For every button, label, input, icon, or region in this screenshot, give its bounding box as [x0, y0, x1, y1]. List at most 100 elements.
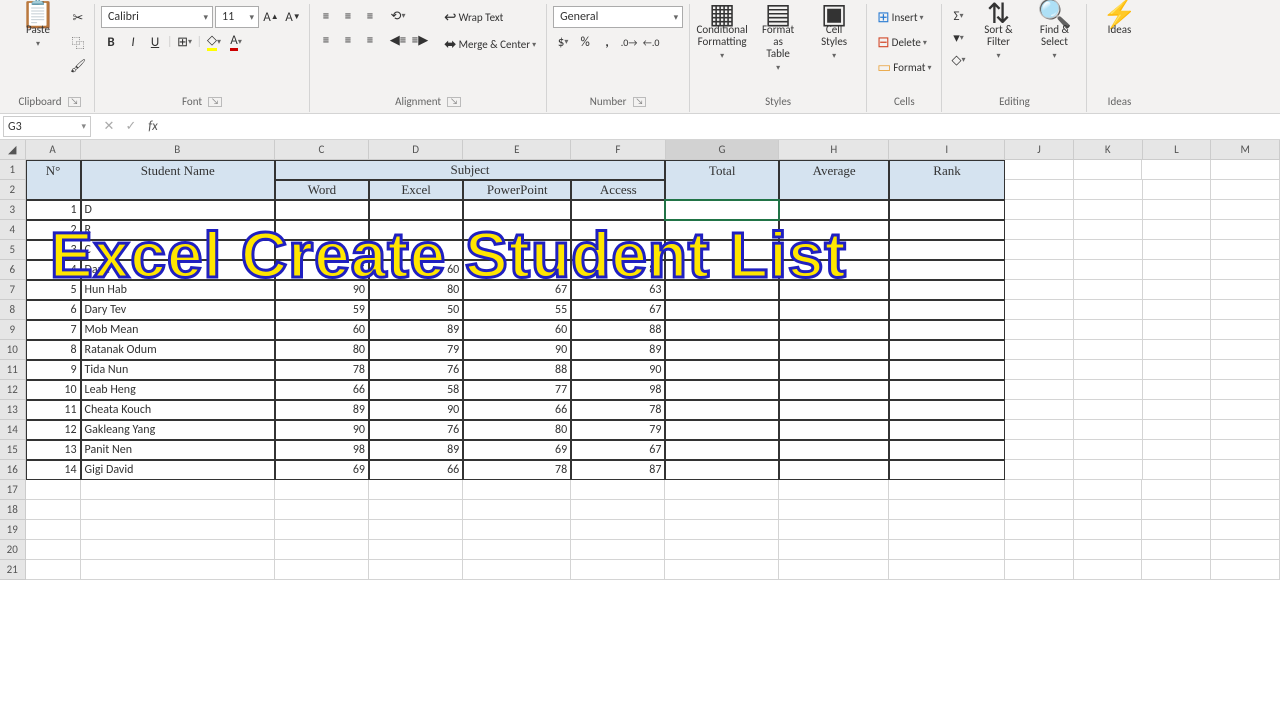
align-middle-button[interactable]: ≡	[338, 6, 358, 26]
cell[interactable]	[889, 180, 1005, 200]
header-rank[interactable]: Rank	[889, 160, 1005, 180]
col-header[interactable]: K	[1074, 140, 1143, 160]
cell[interactable]	[1005, 340, 1074, 360]
cell[interactable]: 58	[369, 380, 463, 400]
cell[interactable]	[1143, 300, 1212, 320]
number-format-select[interactable]: General	[553, 6, 683, 28]
cell[interactable]	[889, 240, 1005, 260]
cell[interactable]: 88	[571, 320, 665, 340]
cell[interactable]	[665, 440, 779, 460]
cell[interactable]: 1	[26, 200, 81, 220]
cell[interactable]	[81, 560, 275, 580]
cell[interactable]	[1074, 240, 1143, 260]
cell[interactable]	[1005, 500, 1074, 520]
cell[interactable]	[1143, 220, 1212, 240]
cell[interactable]	[1074, 480, 1143, 500]
cell[interactable]: 12	[26, 420, 81, 440]
orientation-button[interactable]: ⟲	[388, 6, 408, 26]
cell[interactable]	[1005, 180, 1074, 200]
decrease-indent-button[interactable]: ◀≡	[388, 30, 408, 50]
comma-button[interactable]: ,	[597, 32, 617, 52]
cell[interactable]	[26, 520, 81, 540]
row-header[interactable]: 20	[0, 540, 26, 560]
cell[interactable]: 89	[571, 340, 665, 360]
cell[interactable]	[1074, 400, 1143, 420]
cell[interactable]	[779, 400, 889, 420]
cell[interactable]	[26, 180, 81, 200]
cell[interactable]	[1074, 440, 1143, 460]
cell[interactable]	[1005, 540, 1074, 560]
cell[interactable]: 55	[463, 300, 571, 320]
borders-button[interactable]: ⊞	[175, 32, 195, 52]
cell[interactable]: Mob Mean	[81, 320, 275, 340]
conditional-formatting-button[interactable]: ▦Conditional Formatting	[696, 6, 748, 64]
align-top-button[interactable]: ≡	[316, 6, 336, 26]
name-box[interactable]: G3	[3, 116, 91, 137]
dialog-launcher-icon[interactable]: ↘	[633, 97, 647, 107]
row-header[interactable]: 5	[0, 240, 26, 260]
row-header[interactable]: 11	[0, 360, 26, 380]
paste-button[interactable]: 📋 Paste ▾	[12, 6, 64, 52]
merge-center-button[interactable]: ⬌Merge & Center	[440, 33, 540, 56]
ideas-button[interactable]: ⚡Ideas	[1093, 6, 1145, 38]
cell[interactable]	[889, 520, 1005, 540]
col-header[interactable]: C	[275, 140, 369, 160]
cell[interactable]	[1142, 480, 1211, 500]
cell[interactable]: Tida Nun	[81, 360, 275, 380]
cell[interactable]	[26, 480, 81, 500]
cell[interactable]	[1211, 300, 1280, 320]
align-center-button[interactable]: ≡	[338, 30, 358, 50]
cell[interactable]: 76	[369, 420, 463, 440]
cell[interactable]	[1074, 560, 1143, 580]
cell[interactable]: 6	[26, 300, 81, 320]
row-header[interactable]: 16	[0, 460, 26, 480]
cell[interactable]	[889, 280, 1005, 300]
cut-button[interactable]: ✂	[68, 8, 88, 28]
cell[interactable]	[1143, 440, 1212, 460]
cell[interactable]: 8	[26, 340, 81, 360]
row-header[interactable]: 19	[0, 520, 26, 540]
row-header[interactable]: 2	[0, 180, 26, 200]
cell[interactable]: 59	[275, 300, 369, 320]
cell[interactable]	[1142, 540, 1211, 560]
cell[interactable]: 7	[26, 320, 81, 340]
cell[interactable]	[1074, 380, 1143, 400]
currency-button[interactable]: $	[553, 32, 573, 52]
row-header[interactable]: 21	[0, 560, 26, 580]
cell[interactable]	[665, 560, 779, 580]
col-header[interactable]: H	[779, 140, 889, 160]
font-name-select[interactable]: Calibri	[101, 6, 213, 28]
cell[interactable]	[1211, 360, 1280, 380]
cell[interactable]	[26, 560, 81, 580]
cell[interactable]: Gakleang Yang	[81, 420, 275, 440]
cell[interactable]	[1143, 280, 1212, 300]
cell[interactable]	[779, 560, 889, 580]
cell[interactable]: 67	[571, 440, 665, 460]
cell[interactable]	[1074, 260, 1143, 280]
cell[interactable]: 78	[571, 400, 665, 420]
cell[interactable]	[779, 500, 889, 520]
col-header[interactable]: M	[1211, 140, 1280, 160]
row-header[interactable]: 3	[0, 200, 26, 220]
spreadsheet-grid[interactable]: ◢ A B C D E F G H I J K L M 1 N° Student…	[0, 140, 1280, 580]
cell[interactable]	[1074, 200, 1143, 220]
cell[interactable]	[1143, 360, 1212, 380]
header-student[interactable]: Student Name	[81, 160, 275, 180]
cell[interactable]	[889, 320, 1005, 340]
cell[interactable]	[1211, 280, 1280, 300]
row-header[interactable]: 12	[0, 380, 26, 400]
cell[interactable]	[1211, 480, 1280, 500]
cell[interactable]	[369, 480, 463, 500]
cell[interactable]: 78	[463, 460, 571, 480]
col-header[interactable]: G	[666, 140, 780, 160]
cell[interactable]	[779, 420, 889, 440]
cell[interactable]	[889, 300, 1005, 320]
col-header[interactable]: D	[369, 140, 463, 160]
cell[interactable]	[81, 540, 275, 560]
cell[interactable]	[889, 260, 1005, 280]
cell[interactable]: 87	[571, 460, 665, 480]
cell[interactable]	[889, 420, 1005, 440]
cell[interactable]	[369, 500, 463, 520]
cell[interactable]	[1143, 380, 1212, 400]
cell[interactable]: 76	[369, 360, 463, 380]
